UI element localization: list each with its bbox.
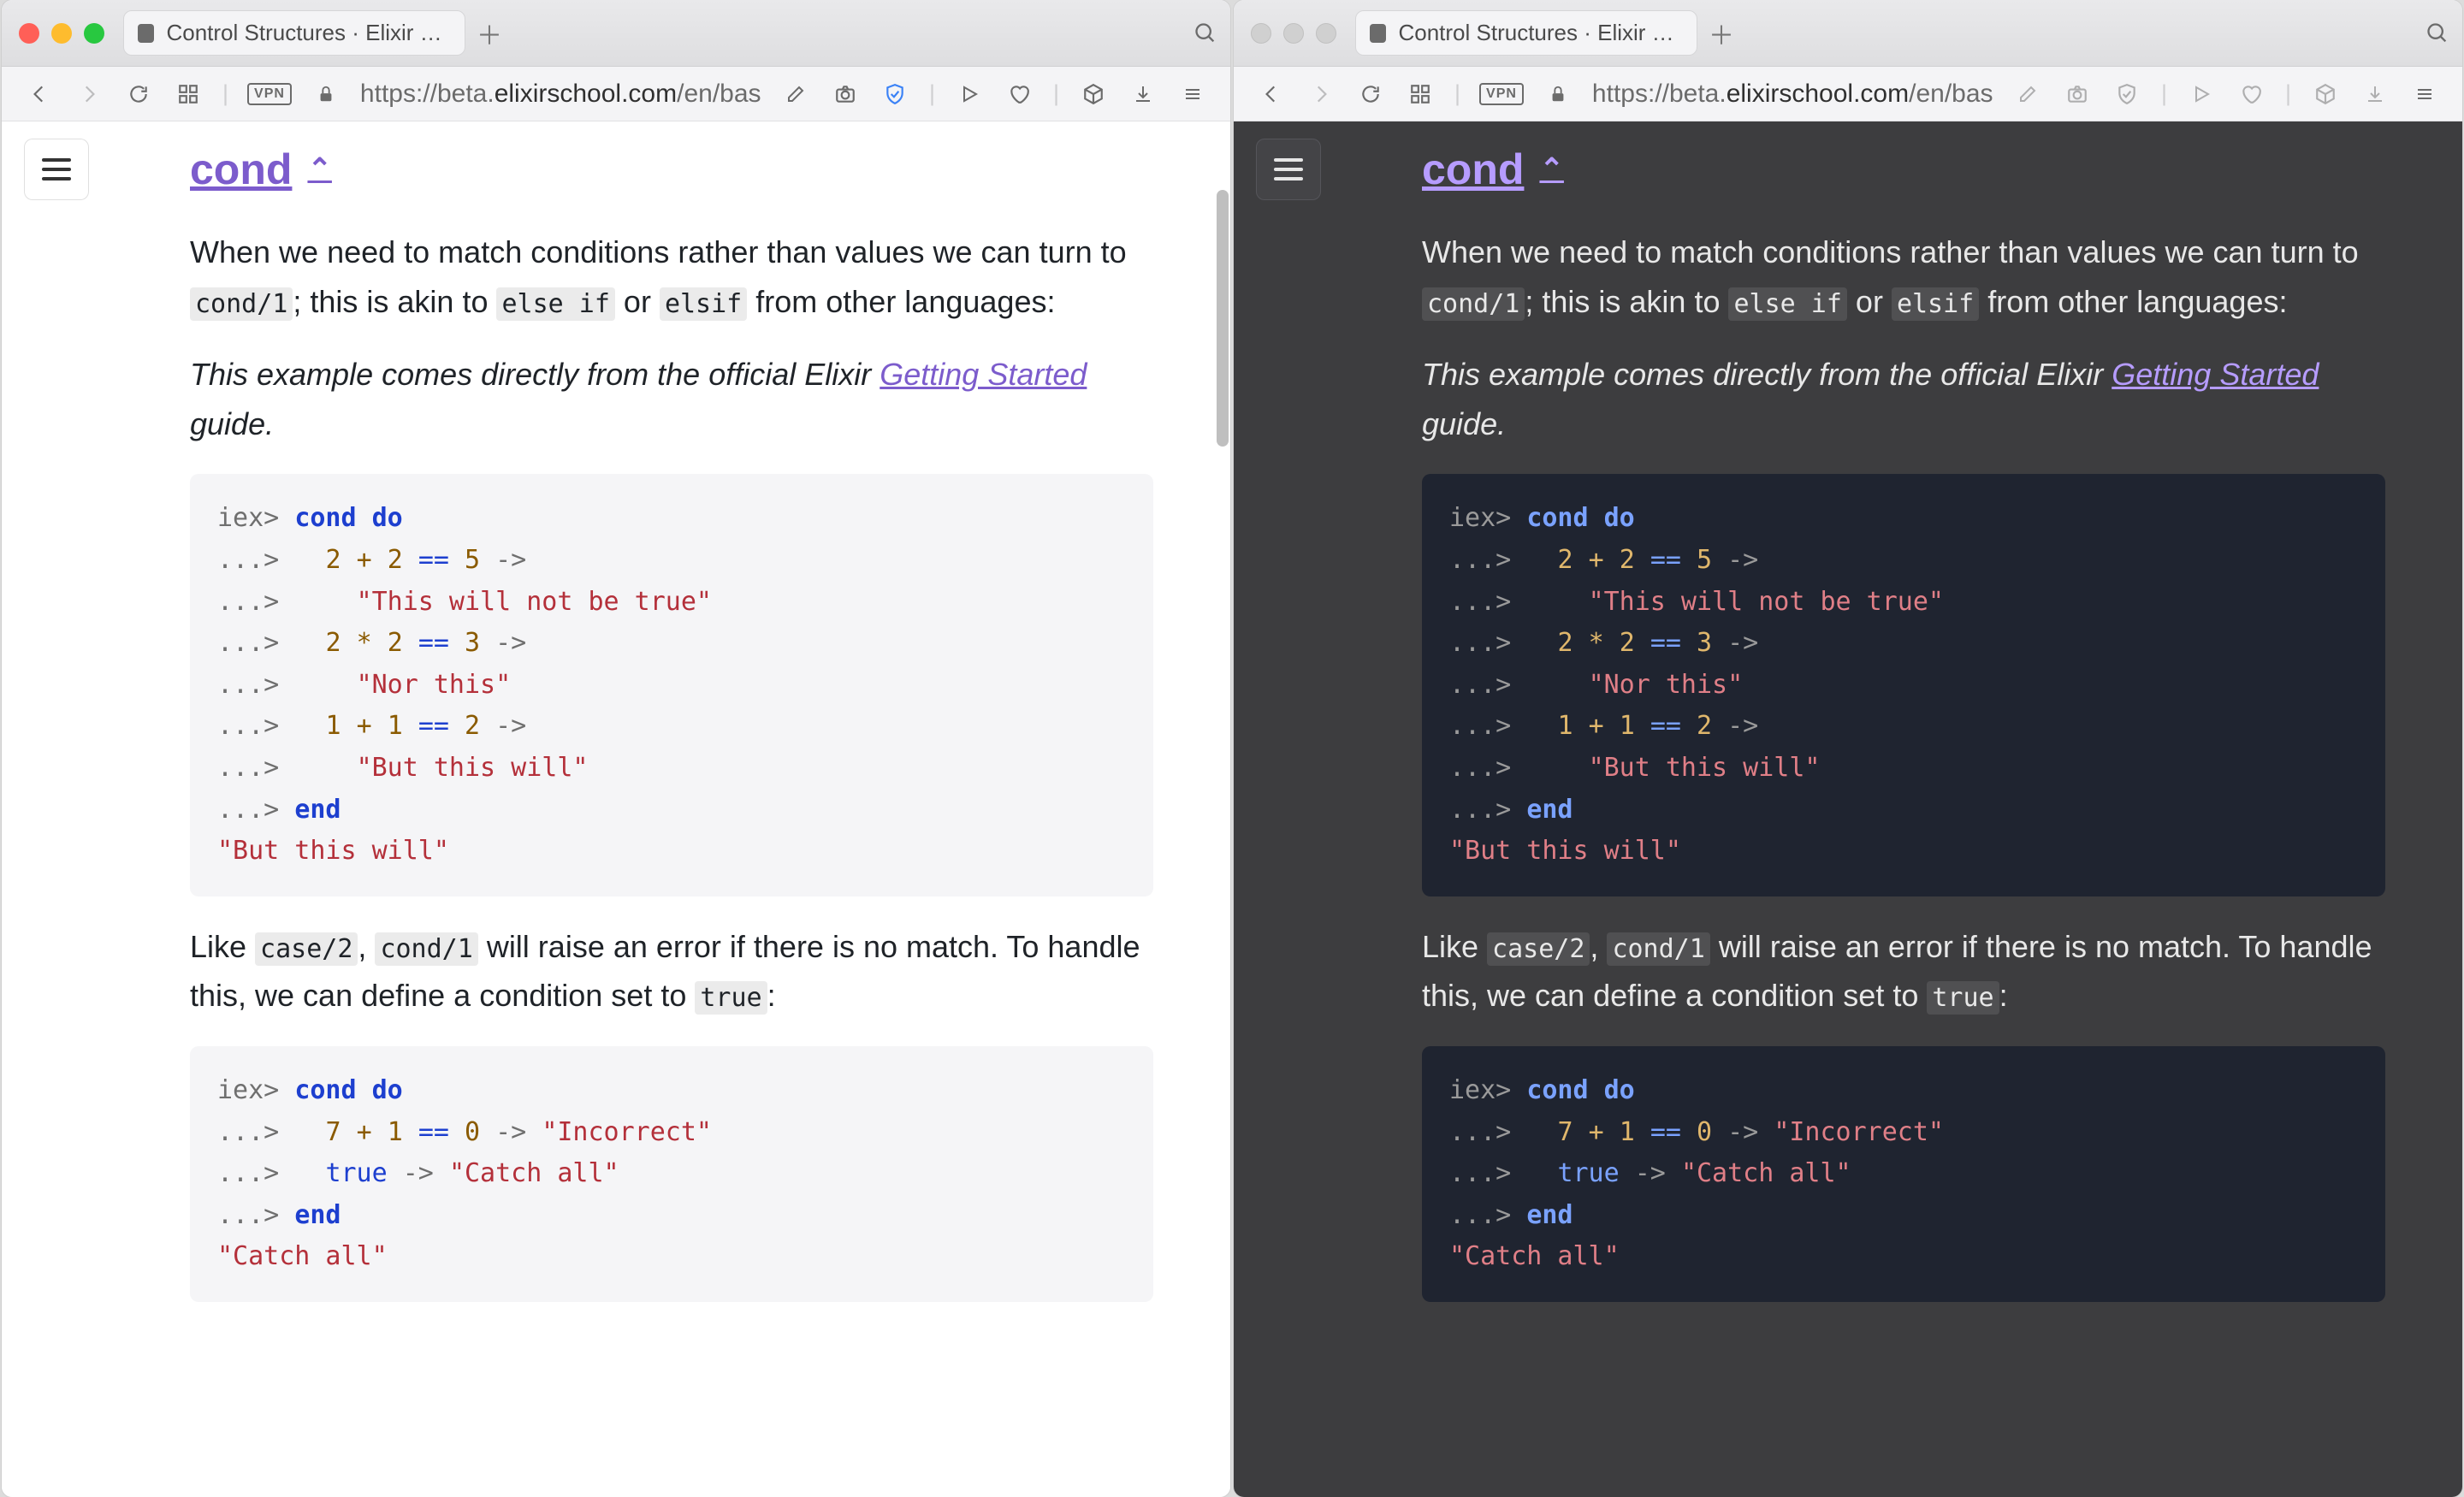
followup-paragraph: Like case/2, cond/1 will raise an error … <box>1422 922 2385 1021</box>
tab-title: Control Structures · Elixir School <box>1398 20 1683 46</box>
intro-paragraph: When we need to match conditions rather … <box>1422 228 2385 326</box>
followup-paragraph: Like case/2, cond/1 will raise an error … <box>190 922 1153 1021</box>
close-window-button[interactable] <box>1251 23 1271 44</box>
maximize-window-button[interactable] <box>84 23 104 44</box>
getting-started-link[interactable]: Getting Started <box>2112 357 2319 392</box>
camera-icon[interactable] <box>830 79 861 109</box>
lock-icon <box>311 79 341 109</box>
code-block-1: iex> cond do ...> 2 + 2 == 5 -> ...> "Th… <box>1422 474 2385 896</box>
section-heading-cond[interactable]: cond ⌃ <box>190 135 332 204</box>
play-icon[interactable] <box>954 79 985 109</box>
chevron-up-icon: ⌃ <box>1539 146 1564 192</box>
toolbar: | VPN https://beta.elixirschool.com/en/b… <box>1234 67 2462 121</box>
forward-button[interactable] <box>1306 79 1336 109</box>
credit-paragraph: This example comes directly from the off… <box>190 350 1153 448</box>
address-bar[interactable]: https://beta.elixirschool.com/en/basics/ <box>360 80 761 109</box>
code-elseif: else if <box>496 287 614 321</box>
code-cond1b: cond/1 <box>1607 932 1709 966</box>
url-host: elixirschool.com <box>495 80 677 108</box>
new-tab-button[interactable]: ＋ <box>474 18 505 49</box>
scrollbar-thumb[interactable] <box>1217 190 1229 447</box>
tab-favicon <box>138 24 154 43</box>
window-controls <box>12 23 115 44</box>
heart-icon[interactable] <box>1004 79 1034 109</box>
code-block-2: iex> cond do ...> 7 + 1 == 0 -> "Incorre… <box>1422 1046 2385 1302</box>
chevron-up-icon: ⌃ <box>307 146 332 192</box>
window-controls <box>1244 23 1347 44</box>
url-host: elixirschool.com <box>1727 80 1909 108</box>
back-button[interactable] <box>24 79 55 109</box>
code-cond1b: cond/1 <box>375 932 477 966</box>
cube-icon[interactable] <box>1078 79 1109 109</box>
address-bar[interactable]: https://beta.elixirschool.com/en/basics <box>1592 80 1993 109</box>
sidebar-toggle-button[interactable] <box>1256 139 1321 200</box>
minimize-window-button[interactable] <box>1283 23 1304 44</box>
browser-window-light: Control Structures · Elixir School ＋ | V… <box>2 0 1230 1497</box>
edit-icon[interactable] <box>780 79 811 109</box>
browser-tab[interactable]: Control Structures · Elixir School <box>123 10 465 56</box>
code-true: true <box>1927 981 1999 1015</box>
search-tabs-icon[interactable] <box>2423 19 2452 48</box>
shield-check-icon[interactable] <box>880 79 910 109</box>
vpn-badge[interactable]: VPN <box>1479 83 1524 105</box>
forward-button[interactable] <box>74 79 104 109</box>
code-elseif: else if <box>1728 287 1846 321</box>
back-button[interactable] <box>1256 79 1287 109</box>
maximize-window-button[interactable] <box>1316 23 1336 44</box>
url-path: /en/basics <box>1909 80 1993 108</box>
sidebar-toggle-button[interactable] <box>24 139 89 200</box>
tiles-icon[interactable] <box>1405 79 1436 109</box>
code-cond1: cond/1 <box>190 287 293 321</box>
close-window-button[interactable] <box>19 23 39 44</box>
tab-bar: Control Structures · Elixir School ＋ <box>1234 0 2462 67</box>
tab-title: Control Structures · Elixir School <box>166 20 451 46</box>
code-elsif: elsif <box>1892 287 1979 321</box>
url-prefix: https://beta. <box>1592 80 1727 108</box>
minimize-window-button[interactable] <box>51 23 72 44</box>
code-cond1: cond/1 <box>1422 287 1525 321</box>
browser-tab[interactable]: Control Structures · Elixir School <box>1355 10 1697 56</box>
lock-icon <box>1543 79 1573 109</box>
menu-icon[interactable] <box>2409 79 2440 109</box>
section-heading-cond[interactable]: cond ⌃ <box>1422 135 1564 204</box>
toolbar: | VPN https://beta.elixirschool.com/en/b… <box>2 67 1230 121</box>
shield-check-icon[interactable] <box>2112 79 2142 109</box>
tab-bar: Control Structures · Elixir School ＋ <box>2 0 1230 67</box>
heart-icon[interactable] <box>2236 79 2266 109</box>
download-icon[interactable] <box>2360 79 2390 109</box>
menu-icon[interactable] <box>1177 79 1208 109</box>
page-content: cond ⌃ When we need to match conditions … <box>1234 121 2462 1497</box>
new-tab-button[interactable]: ＋ <box>1706 18 1737 49</box>
play-icon[interactable] <box>2186 79 2217 109</box>
page-content: cond ⌃ When we need to match conditions … <box>2 121 1230 1497</box>
vpn-badge[interactable]: VPN <box>247 83 292 105</box>
code-elsif: elsif <box>660 287 747 321</box>
browser-window-dark: Control Structures · Elixir School ＋ | V… <box>1234 0 2462 1497</box>
reload-button[interactable] <box>123 79 154 109</box>
credit-paragraph: This example comes directly from the off… <box>1422 350 2385 448</box>
intro-paragraph: When we need to match conditions rather … <box>190 228 1153 326</box>
tab-favicon <box>1370 24 1386 43</box>
getting-started-link[interactable]: Getting Started <box>880 357 1087 392</box>
reload-button[interactable] <box>1355 79 1386 109</box>
edit-icon[interactable] <box>2012 79 2043 109</box>
code-true: true <box>695 981 767 1015</box>
search-tabs-icon[interactable] <box>1191 19 1220 48</box>
code-case2: case/2 <box>255 932 358 966</box>
url-path: /en/basics/ <box>677 80 761 108</box>
code-case2: case/2 <box>1487 932 1590 966</box>
cube-icon[interactable] <box>2310 79 2341 109</box>
download-icon[interactable] <box>1128 79 1158 109</box>
camera-icon[interactable] <box>2062 79 2093 109</box>
url-prefix: https://beta. <box>360 80 495 108</box>
tiles-icon[interactable] <box>173 79 204 109</box>
code-block-1: iex> cond do ...> 2 + 2 == 5 -> ...> "Th… <box>190 474 1153 896</box>
code-block-2: iex> cond do ...> 7 + 1 == 0 -> "Incorre… <box>190 1046 1153 1302</box>
